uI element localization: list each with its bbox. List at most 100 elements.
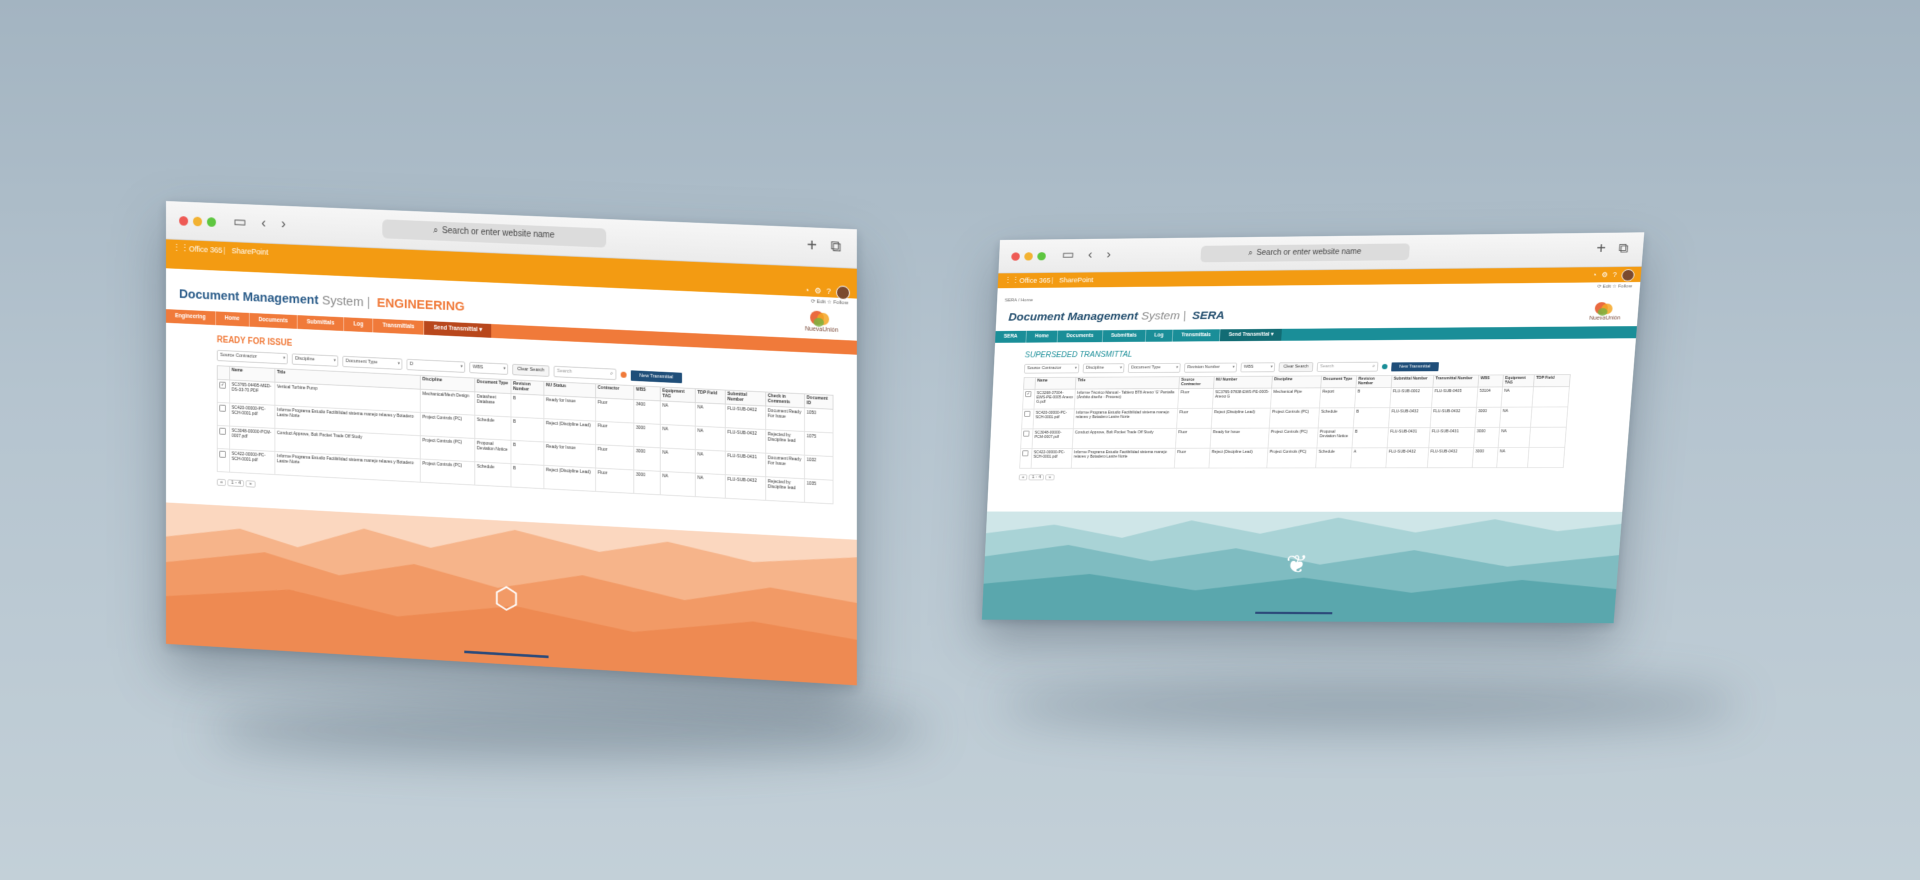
back-icon[interactable]: ‹ (1088, 246, 1093, 262)
sidebar-toggle-icon[interactable]: ▭ (1062, 247, 1075, 264)
column-header[interactable]: Name (1034, 377, 1076, 390)
sidebar-toggle-icon[interactable]: ▭ (233, 212, 246, 231)
address-bar[interactable]: ⌕ Search or enter website name (382, 219, 607, 248)
minimize-window-button[interactable] (193, 216, 203, 227)
nav-home[interactable]: Home (1026, 330, 1059, 343)
office365-link[interactable]: Office 365 (189, 240, 223, 259)
wbs-filter[interactable]: WBS (1240, 362, 1276, 373)
column-header[interactable]: TDP Field (1533, 374, 1571, 387)
nav-send-transmittal-dropdown[interactable]: Send Transmittal ▾ (1219, 328, 1283, 342)
user-avatar[interactable] (836, 285, 850, 301)
new-transmittal-button[interactable]: New Transmittal (1391, 361, 1439, 372)
info-icon[interactable] (620, 371, 627, 378)
cell-name[interactable]: SC420-00000-PC-SCH-0001.pdf (1032, 408, 1075, 429)
next-page-button[interactable]: » (1045, 474, 1055, 481)
site-title[interactable]: Document Management System | ENGINEERING (179, 287, 465, 314)
table-row[interactable]: SC422-00000-PC-SCH-0001.pdf Informe Progr… (1019, 447, 1565, 469)
row-checkbox[interactable] (219, 427, 226, 435)
source-contractor-filter[interactable]: Source Contractor (1023, 363, 1080, 374)
help-icon[interactable]: ? (827, 287, 837, 296)
column-header[interactable]: Revision Number (1355, 375, 1392, 388)
minimize-window-button[interactable] (1024, 252, 1033, 261)
forward-icon[interactable]: › (1106, 246, 1111, 262)
row-checkbox[interactable] (219, 450, 226, 458)
cell-name[interactable]: SC3268-37004-EWS-PE-0005 Anexo G.pdf (1033, 389, 1076, 410)
row-checkbox[interactable] (1024, 410, 1031, 417)
column-header[interactable]: WBS (633, 385, 661, 401)
prev-page-button[interactable]: « (216, 478, 227, 487)
tab-overview-icon[interactable]: ⧉ (1618, 240, 1629, 257)
column-header[interactable]: Discipline (1271, 375, 1322, 389)
column-header[interactable]: Source Contractor (1178, 376, 1215, 389)
row-checkbox[interactable]: ✓ (219, 381, 226, 389)
nav-sera[interactable]: SERA (995, 330, 1027, 343)
cell-name[interactable]: SC3765-04495-MED-DS-33-70.PDF (229, 379, 275, 406)
clear-search-button[interactable]: Clear Search (1278, 362, 1314, 373)
search-icon[interactable]: ⌕ (1372, 363, 1375, 371)
column-header[interactable]: TDP Field (695, 388, 726, 405)
user-avatar[interactable] (1621, 268, 1635, 282)
close-window-button[interactable] (179, 216, 189, 226)
nav-log[interactable]: Log (1145, 329, 1174, 342)
revision-number-filter[interactable]: Revision Number (1183, 362, 1238, 373)
maximize-window-button[interactable] (206, 217, 217, 227)
table-row[interactable]: ✓ SC3268-37004-EWS-PE-0005 Anexo G.pdf Inf… (1022, 386, 1570, 410)
settings-gear-icon[interactable]: ⚙ (814, 287, 826, 296)
d-filter[interactable]: D (406, 358, 466, 373)
back-icon[interactable]: ‹ (261, 213, 266, 232)
table-row[interactable]: SC420-00000-PC-SCH-0001.pdf Informe Progr… (1021, 406, 1568, 429)
search-input[interactable]: Search ⌕ (1316, 361, 1379, 372)
column-header[interactable]: Title (1075, 376, 1180, 390)
help-icon[interactable]: ? (1612, 271, 1621, 279)
nav-submittals[interactable]: Submittals (1102, 329, 1147, 343)
tab-overview-icon[interactable]: ⧉ (831, 237, 842, 257)
new-tab-icon[interactable]: + (807, 236, 817, 256)
next-page-button[interactable]: » (245, 480, 256, 488)
office365-link[interactable]: Office 365 (1019, 273, 1051, 288)
discipline-filter[interactable]: Discipline (291, 353, 339, 367)
cell-name[interactable]: SC420-00000-PC-SCH-0001.pdf (229, 403, 275, 429)
close-window-button[interactable] (1011, 252, 1021, 261)
clear-search-button[interactable]: Clear Search (512, 363, 550, 377)
document-type-filter[interactable]: Document Type (342, 355, 403, 370)
app-launcher-icon[interactable]: ⋮⋮ (1004, 273, 1020, 288)
row-checkbox[interactable] (1023, 430, 1030, 437)
cell-name[interactable]: SC3048-00000-PCM-0007.pdf (229, 426, 275, 452)
search-input[interactable]: Search ⌕ (553, 365, 617, 381)
column-header[interactable]: Document Type (1320, 375, 1357, 388)
new-transmittal-button[interactable]: New Transmittal (630, 369, 682, 383)
settings-gear-icon[interactable]: ⚙ (1601, 271, 1613, 279)
column-header[interactable]: Document ID (804, 393, 834, 410)
column-header[interactable]: NU Number (1213, 376, 1273, 389)
column-header[interactable]: Transmittal Number (1432, 375, 1479, 388)
address-bar[interactable]: ⌕ Search or enter website name (1200, 243, 1410, 263)
nav-log[interactable]: Log (344, 317, 374, 333)
row-checkbox[interactable]: ✓ (1025, 391, 1032, 398)
maximize-window-button[interactable] (1037, 252, 1047, 261)
forward-icon[interactable]: › (281, 214, 286, 233)
app-launcher-icon[interactable]: ⋮⋮ (173, 240, 189, 258)
document-type-filter[interactable]: Document Type (1127, 363, 1181, 373)
new-tab-icon[interactable]: + (1596, 240, 1607, 257)
column-header[interactable]: Equipment TAG (1502, 374, 1535, 387)
discipline-filter[interactable]: Discipline (1082, 363, 1125, 374)
wbs-filter[interactable]: WBS (469, 361, 509, 375)
notifications-icon[interactable]: ◔ (804, 286, 814, 295)
info-icon[interactable] (1381, 363, 1388, 370)
table-row[interactable]: SC3048-00000-PCM-0007.pdf Conduct Approve… (1020, 427, 1567, 449)
source-contractor-filter[interactable]: Source Contractor (216, 349, 288, 365)
site-title[interactable]: Document Management System | SERA (1008, 309, 1225, 323)
search-icon[interactable]: ⌕ (610, 369, 613, 379)
row-checkbox[interactable] (219, 404, 226, 412)
cell-name[interactable]: SC422-00000-PC-SCH-0001.pdf (229, 449, 275, 475)
cell-name[interactable]: SC422-00000-PC-SCH-0001.pdf (1031, 448, 1073, 469)
nav-documents[interactable]: Documents (1057, 330, 1103, 343)
sharepoint-link[interactable]: SharePoint (1059, 272, 1094, 287)
sharepoint-link[interactable]: SharePoint (232, 242, 269, 261)
row-checkbox[interactable] (1022, 450, 1029, 457)
cell-name[interactable]: SC3048-00000-PCM-0007.pdf (1032, 428, 1074, 449)
prev-page-button[interactable]: « (1018, 474, 1028, 481)
column-header[interactable]: WBS (1477, 374, 1504, 388)
nav-transmittals[interactable]: Transmittals (1172, 329, 1221, 342)
column-header[interactable]: Submittal Number (1391, 375, 1434, 388)
